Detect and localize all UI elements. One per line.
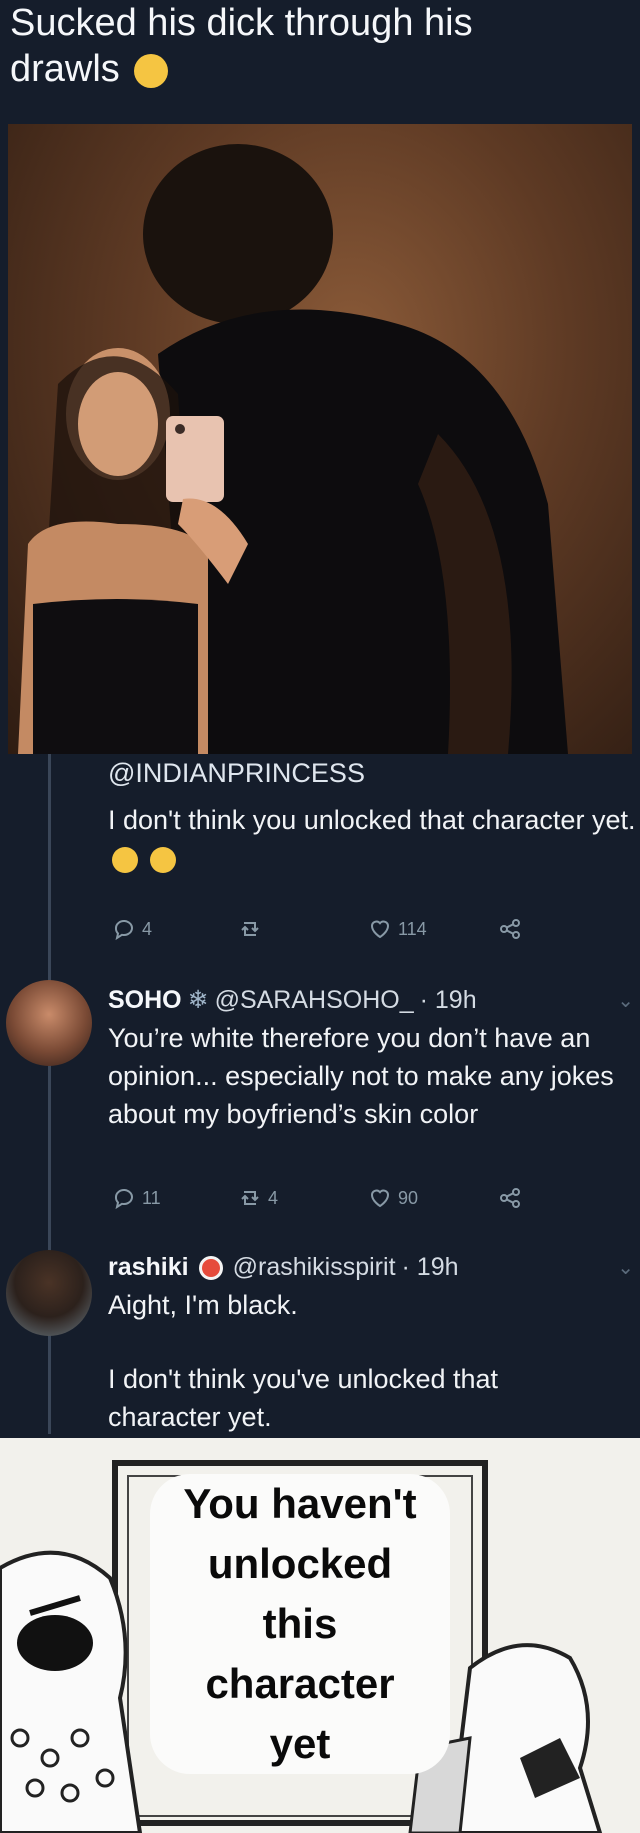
author-handle[interactable]: @SARAHSOHO_	[215, 986, 414, 1015]
chevron-down-icon[interactable]: ⌄	[617, 988, 634, 1013]
tweet-handle[interactable]: @INDIANPRINCESS	[108, 758, 638, 789]
like-icon	[370, 1189, 390, 1208]
post-caption: Sucked his dick through his drawls	[10, 0, 570, 92]
reply-count: 4	[142, 918, 153, 939]
share-icon	[500, 919, 520, 939]
chevron-down-icon[interactable]: ⌄	[617, 1255, 634, 1280]
tweet-header: rashiki @rashikisspirit · 19h ⌄	[108, 1253, 638, 1282]
emoji-icon	[134, 53, 169, 88]
share-button[interactable]	[498, 1186, 522, 1210]
confused-emoji-icon	[112, 846, 138, 873]
retweet-button[interactable]: 4	[238, 1186, 368, 1210]
tweet-time[interactable]: · 19h	[420, 986, 477, 1015]
retweet-count: 4	[268, 1187, 279, 1208]
share-icon	[500, 1188, 520, 1208]
tweet-text: You’re white therefore you don’t have an…	[108, 1023, 614, 1129]
tweet-text-line1: Aight, I'm black.	[108, 1290, 298, 1320]
avatar[interactable]	[6, 980, 92, 1066]
retweet-button[interactable]	[238, 917, 368, 941]
meme-line-5: yet	[269, 1720, 331, 1767]
retweet-icon	[241, 1191, 259, 1205]
reply-button[interactable]: 4	[112, 917, 238, 941]
tweet-text: I don't think you unlocked that characte…	[108, 805, 636, 835]
laughing-emoji-icon	[149, 846, 176, 873]
tweet-rashiki[interactable]: rashiki @rashikisspirit · 19h ⌄ Aight, I…	[108, 1253, 638, 1436]
author-name[interactable]: rashiki	[108, 1253, 189, 1282]
avatar[interactable]	[6, 1250, 92, 1336]
reply-count: 11	[142, 1187, 161, 1208]
meme-panel: You haven't unlocked this character yet	[0, 1438, 640, 1833]
author-handle[interactable]: @rashikisspirit	[233, 1253, 396, 1282]
reply-icon	[114, 1189, 133, 1210]
tweet-body: I don't think you unlocked that characte…	[108, 801, 638, 877]
like-count: 114	[398, 918, 427, 939]
couple-photo	[8, 124, 632, 754]
tweet1-actions: 4 114	[112, 917, 552, 941]
meme-line-2: unlocked	[207, 1540, 393, 1587]
retweet-icon	[241, 922, 259, 936]
like-button[interactable]: 114	[368, 917, 498, 941]
snowflake-icon: ❄	[187, 986, 209, 1014]
tweet-header: SOHO ❄ @SARAHSOHO_ · 19h ⌄	[108, 985, 638, 1015]
tweet2-actions: 11 4 90	[112, 1186, 552, 1210]
reply-button[interactable]: 11	[112, 1186, 238, 1210]
meme-line-4: character	[205, 1660, 395, 1707]
caption-text: Sucked his dick through his drawls	[10, 2, 473, 90]
like-count: 90	[398, 1187, 419, 1208]
like-icon	[370, 920, 390, 939]
tweet-sarahsoho[interactable]: SOHO ❄ @SARAHSOHO_ · 19h ⌄ You’re white …	[108, 985, 638, 1133]
meme-line-1: You haven't	[183, 1480, 417, 1527]
reply-icon	[114, 920, 133, 941]
share-button[interactable]	[498, 917, 522, 941]
meme-line-3: this	[262, 1600, 338, 1647]
like-button[interactable]: 90	[368, 1186, 498, 1210]
tweet-time[interactable]: · 19h	[402, 1253, 459, 1282]
tweet-indianprincess[interactable]: @INDIANPRINCESS I don't think you unlock…	[108, 758, 638, 877]
author-name[interactable]: SOHO	[108, 986, 182, 1015]
meme-caption: You haven't unlocked this character yet	[150, 1474, 450, 1774]
sushi-icon	[198, 1255, 223, 1280]
tweet-text-line2: I don't think you've unlocked that chara…	[108, 1364, 499, 1432]
